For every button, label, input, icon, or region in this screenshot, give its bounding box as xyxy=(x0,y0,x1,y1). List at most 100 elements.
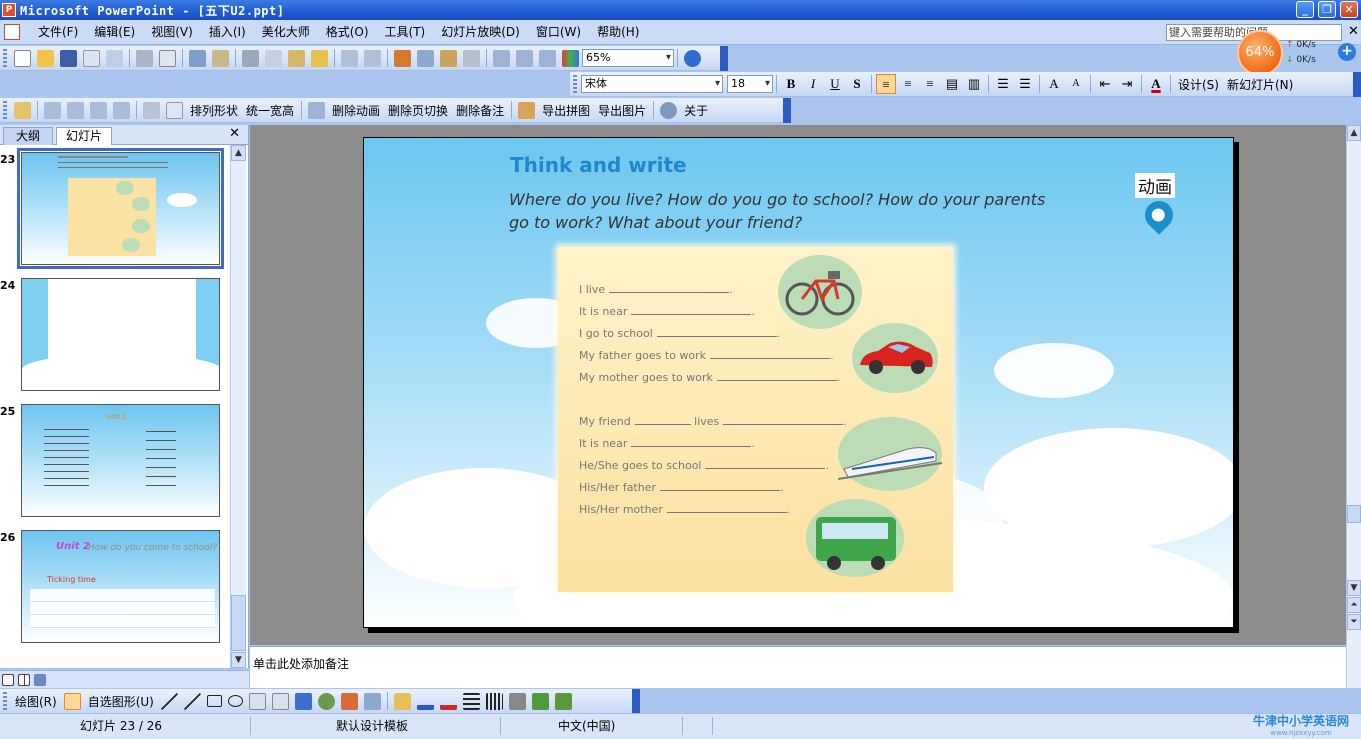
decrease-indent-button[interactable]: ⇤ xyxy=(1095,74,1115,94)
insert-picture-icon[interactable] xyxy=(363,692,381,710)
underline-button[interactable]: U xyxy=(825,74,845,94)
oval-icon[interactable] xyxy=(227,695,243,707)
font-replace-icon[interactable] xyxy=(308,101,326,119)
powerpoint-app-icon[interactable]: P xyxy=(2,3,16,17)
slide-thumbnail-24[interactable] xyxy=(21,278,220,391)
slide-title[interactable]: Think and write xyxy=(510,153,687,177)
insert-table-icon[interactable] xyxy=(417,49,434,67)
expand-all-icon[interactable] xyxy=(493,49,510,67)
align-right-button[interactable]: ≡ xyxy=(920,74,940,94)
scroll-thumb[interactable] xyxy=(231,595,246,651)
language-indicator[interactable]: 中文(中国) xyxy=(558,717,615,735)
select-pointer-icon[interactable] xyxy=(63,692,81,710)
open-icon[interactable] xyxy=(37,49,54,67)
font-select[interactable]: 宋体 xyxy=(581,75,723,93)
network-speed-ball[interactable]: 64% xyxy=(1237,30,1283,76)
textbox-icon[interactable] xyxy=(248,692,266,710)
save-icon[interactable] xyxy=(60,49,77,67)
bus-picture[interactable] xyxy=(806,499,904,577)
layout-icon[interactable] xyxy=(113,101,130,119)
menu-view[interactable]: 视图(V) xyxy=(143,22,201,42)
design-template-name[interactable]: 默认设计模板 xyxy=(336,717,408,735)
page-icon[interactable] xyxy=(166,101,183,119)
export-icon[interactable] xyxy=(518,101,536,119)
paste-icon[interactable] xyxy=(288,49,305,67)
menu-slideshow[interactable]: 幻灯片放映(D) xyxy=(433,22,528,42)
tab-slides[interactable]: 幻灯片 xyxy=(56,127,112,145)
italic-button[interactable]: I xyxy=(803,74,823,94)
user-icon[interactable] xyxy=(660,101,678,119)
arrange-shapes-button[interactable]: 排列形状 xyxy=(186,102,242,119)
beautify-icon[interactable] xyxy=(14,101,31,119)
menu-help[interactable]: 帮助(H) xyxy=(589,22,647,42)
animation-label[interactable]: 动画 xyxy=(1135,173,1175,198)
menu-window[interactable]: 窗口(W) xyxy=(528,22,589,42)
vertical-textbox-icon[interactable] xyxy=(271,692,289,710)
document-close-button[interactable]: ✕ xyxy=(1348,24,1359,39)
slide-sorter-icon[interactable] xyxy=(18,673,30,686)
clipart-icon[interactable] xyxy=(340,692,358,710)
draw-menu-button[interactable]: 绘图(R) xyxy=(11,693,61,710)
increase-indent-button[interactable]: ⇥ xyxy=(1117,74,1137,94)
writing-card[interactable]: I live. It is near. I go to school. My f… xyxy=(558,247,953,592)
permission-icon[interactable] xyxy=(83,49,100,67)
zoom-select[interactable]: 65% xyxy=(582,49,674,67)
current-slide[interactable]: Think and write Where do you live? How d… xyxy=(363,137,1234,628)
shape-icon[interactable] xyxy=(67,101,84,119)
notes-pane[interactable]: 单击此处添加备注 xyxy=(250,646,1346,688)
rectangle-icon[interactable] xyxy=(206,695,222,707)
undo-icon[interactable] xyxy=(341,49,358,67)
diagram-icon[interactable] xyxy=(317,692,335,710)
toolbar-options[interactable] xyxy=(1353,71,1361,97)
magic-icon[interactable] xyxy=(143,101,160,119)
tables-borders-icon[interactable] xyxy=(440,49,457,67)
minimize-button[interactable]: _ xyxy=(1296,1,1314,18)
redo-icon[interactable] xyxy=(364,49,381,67)
close-button[interactable]: ✕ xyxy=(1340,1,1358,18)
line-icon[interactable] xyxy=(160,692,178,710)
slideshow-icon[interactable] xyxy=(34,673,46,686)
car-picture[interactable] xyxy=(852,323,938,393)
shadow-style-icon[interactable] xyxy=(531,692,549,710)
numbering-button[interactable]: ☰ xyxy=(993,74,1013,94)
bicycle-picture[interactable] xyxy=(778,255,862,329)
decrease-font-button[interactable]: A xyxy=(1066,74,1086,94)
main-vertical-scrollbar[interactable]: ▲ ▼ ⏶ ⏷ xyxy=(1346,125,1361,688)
draw-font-color-icon[interactable] xyxy=(439,692,457,710)
delete-animation-button[interactable]: 删除动画 xyxy=(328,102,384,119)
new-slide-button[interactable]: 新幻灯片(N) xyxy=(1223,76,1297,93)
scroll-down-arrow[interactable]: ▼ xyxy=(231,652,246,668)
template-icon[interactable] xyxy=(44,101,61,119)
font-size-select[interactable]: 18 xyxy=(727,75,773,93)
toolbar-options[interactable] xyxy=(632,688,640,714)
menu-file[interactable]: 文件(F) xyxy=(30,22,86,42)
accelerate-plus-icon[interactable]: + xyxy=(1338,43,1356,61)
3d-style-icon[interactable] xyxy=(554,692,572,710)
cut-icon[interactable] xyxy=(242,49,259,67)
scroll-thumb[interactable] xyxy=(1347,505,1361,523)
slide-thumbnail-23[interactable] xyxy=(17,148,224,269)
slide-thumbnail-26[interactable]: Unit 2 How do you come to school? Tickin… xyxy=(21,530,220,643)
line-color-icon[interactable] xyxy=(416,692,434,710)
train-picture[interactable] xyxy=(837,417,943,491)
toolbar-options[interactable] xyxy=(720,45,728,71)
next-slide-button[interactable]: ⏷ xyxy=(1347,614,1361,630)
menu-beautify[interactable]: 美化大师 xyxy=(254,22,318,42)
scroll-up-arrow[interactable]: ▲ xyxy=(1347,125,1361,141)
delete-transition-button[interactable]: 删除页切换 xyxy=(384,102,452,119)
picture-icon[interactable] xyxy=(90,101,107,119)
menu-tools[interactable]: 工具(T) xyxy=(377,22,434,42)
slide-question[interactable]: Where do you live? How do you go to scho… xyxy=(509,188,1069,234)
toolbar-grip[interactable] xyxy=(573,75,577,93)
menu-format[interactable]: 格式(O) xyxy=(318,22,377,42)
dash-style-icon[interactable] xyxy=(485,692,503,710)
spelling-icon[interactable] xyxy=(189,49,206,67)
delete-notes-button[interactable]: 删除备注 xyxy=(452,102,508,119)
normal-view-icon[interactable] xyxy=(2,673,14,686)
arrow-icon[interactable] xyxy=(183,692,201,710)
format-painter-icon[interactable] xyxy=(311,49,328,67)
wordart-icon[interactable] xyxy=(294,692,312,710)
arrow-style-icon[interactable] xyxy=(508,692,526,710)
fill-color-icon[interactable] xyxy=(393,692,411,710)
bold-button[interactable]: B xyxy=(781,74,801,94)
